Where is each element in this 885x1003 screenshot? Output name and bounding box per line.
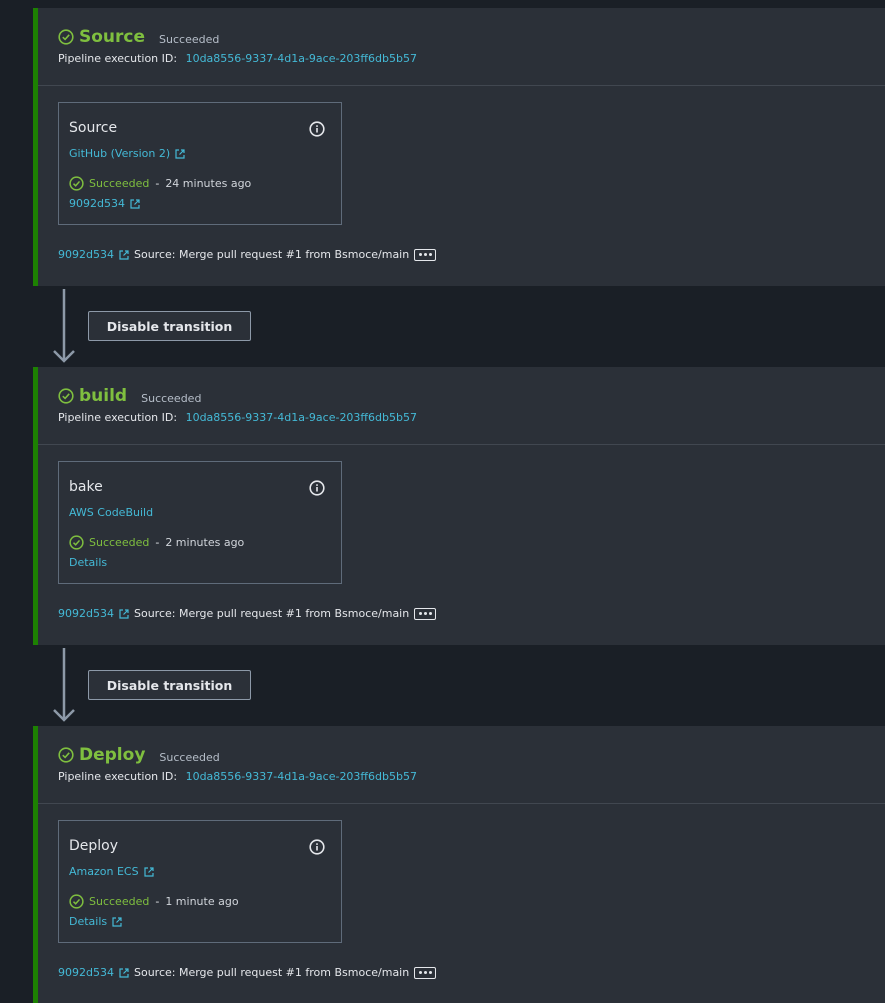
action-status: Succeeded: [89, 536, 150, 549]
action-details-link[interactable]: Details: [69, 915, 122, 928]
commit-message: Source: Merge pull request #1 from Bsmoc…: [133, 607, 410, 620]
external-link-icon[interactable]: [119, 249, 129, 260]
transition-1: Disable transition: [33, 287, 885, 367]
execution-id-label: Pipeline execution ID:: [58, 52, 178, 65]
ellipsis-icon[interactable]: [414, 248, 437, 261]
action-name: Deploy: [69, 838, 119, 854]
check-circle-icon: [58, 747, 74, 763]
stage-title-row: Deploy Succeeded: [58, 745, 220, 765]
ellipsis-icon[interactable]: [414, 607, 437, 620]
stage-name: Source: [79, 27, 146, 47]
check-circle-icon: [69, 176, 84, 191]
stage-header: Deploy Succeeded Pipeline execution ID: …: [38, 726, 885, 804]
stage-source: Source Succeeded Pipeline execution ID: …: [33, 8, 885, 286]
provider-label: AWS CodeBuild: [69, 506, 154, 519]
provider-link[interactable]: AWS CodeBuild: [69, 506, 153, 519]
check-circle-icon: [69, 535, 84, 550]
execution-id-link[interactable]: 10da8556-9337-4d1a-9ace-203ff6db5b57: [186, 52, 417, 65]
stage-status: Succeeded: [159, 32, 220, 46]
stage-name: build: [79, 386, 128, 406]
info-icon[interactable]: [309, 480, 325, 496]
external-link-icon: [143, 866, 154, 877]
execution-id-row: Pipeline execution ID: 10da8556-9337-4d1…: [58, 770, 417, 783]
external-link-icon[interactable]: [119, 967, 129, 978]
action-card-bake: bake AWS CodeBuild Succeeded - 2 minutes…: [58, 461, 342, 584]
action-detail-label: Details: [69, 556, 108, 569]
execution-id-label: Pipeline execution ID:: [58, 770, 178, 783]
action-status: Succeeded: [89, 177, 150, 190]
action-time-ago: 2 minutes ago: [165, 536, 245, 549]
commit-id-link[interactable]: 9092d534: [58, 607, 114, 620]
commit-id-link[interactable]: 9092d534: [58, 248, 114, 261]
execution-id-row: Pipeline execution ID: 10da8556-9337-4d1…: [58, 52, 417, 65]
left-nav-edge: [0, 0, 33, 1003]
commit-message: Source: Merge pull request #1 from Bsmoc…: [133, 966, 410, 979]
provider-label: GitHub (Version 2): [69, 147, 171, 160]
commit-row: 9092d534 Source: Merge pull request #1 f…: [58, 248, 437, 261]
disable-transition-button[interactable]: Disable transition: [88, 670, 251, 700]
transition-2: Disable transition: [33, 646, 885, 726]
commit-id-link[interactable]: 9092d534: [58, 966, 114, 979]
action-status-row: Succeeded - 2 minutes ago: [69, 535, 244, 550]
action-status-row: Succeeded - 1 minute ago: [69, 894, 239, 909]
execution-id-row: Pipeline execution ID: 10da8556-9337-4d1…: [58, 411, 417, 424]
commit-message: Source: Merge pull request #1 from Bsmoc…: [133, 248, 410, 261]
action-name: Source: [69, 120, 118, 136]
stage-deploy: Deploy Succeeded Pipeline execution ID: …: [33, 726, 885, 1003]
stage-header: build Succeeded Pipeline execution ID: 1…: [38, 367, 885, 445]
arrow-down-icon: [53, 648, 75, 722]
external-link-icon: [130, 198, 140, 209]
action-status: Succeeded: [89, 895, 150, 908]
check-circle-icon: [69, 894, 84, 909]
stage-status: Succeeded: [159, 750, 220, 764]
stage-title-row: Source Succeeded: [58, 27, 219, 47]
execution-id-link[interactable]: 10da8556-9337-4d1a-9ace-203ff6db5b57: [186, 411, 417, 424]
arrow-down-icon: [53, 289, 75, 363]
disable-transition-button[interactable]: Disable transition: [88, 311, 251, 341]
external-link-icon: [112, 916, 122, 927]
stage-header: Source Succeeded Pipeline execution ID: …: [38, 8, 885, 86]
check-circle-icon: [58, 388, 74, 404]
stage-name: Deploy: [79, 745, 146, 765]
action-detail-link[interactable]: 9092d534: [69, 197, 140, 210]
stage-build: build Succeeded Pipeline execution ID: 1…: [33, 367, 885, 645]
action-name: bake: [69, 479, 103, 495]
separator: -: [155, 895, 160, 908]
provider-label: Amazon ECS: [69, 865, 139, 878]
execution-id-link[interactable]: 10da8556-9337-4d1a-9ace-203ff6db5b57: [186, 770, 417, 783]
commit-row: 9092d534 Source: Merge pull request #1 f…: [58, 966, 437, 979]
stage-title-row: build Succeeded: [58, 386, 201, 406]
info-icon[interactable]: [309, 121, 325, 137]
separator: -: [155, 536, 160, 549]
action-status-row: Succeeded - 24 minutes ago: [69, 176, 251, 191]
execution-id-label: Pipeline execution ID:: [58, 411, 178, 424]
action-details-link[interactable]: Details: [69, 556, 107, 569]
separator: -: [155, 177, 160, 190]
external-link-icon[interactable]: [119, 608, 129, 619]
check-circle-icon: [58, 29, 74, 45]
action-card-deploy: Deploy Amazon ECS Succeeded - 1 minute a…: [58, 820, 342, 943]
action-card-source: Source GitHub (Version 2) Succeeded - 24…: [58, 102, 342, 225]
action-detail-label: Details: [69, 915, 108, 928]
ellipsis-icon[interactable]: [414, 966, 437, 979]
action-time-ago: 24 minutes ago: [165, 177, 252, 190]
stage-status: Succeeded: [141, 391, 202, 405]
commit-row: 9092d534 Source: Merge pull request #1 f…: [58, 607, 437, 620]
action-time-ago: 1 minute ago: [165, 895, 239, 908]
provider-link[interactable]: GitHub (Version 2): [69, 147, 185, 160]
provider-link[interactable]: Amazon ECS: [69, 865, 154, 878]
info-icon[interactable]: [309, 839, 325, 855]
action-detail-label: 9092d534: [69, 197, 125, 210]
external-link-icon: [175, 148, 185, 159]
